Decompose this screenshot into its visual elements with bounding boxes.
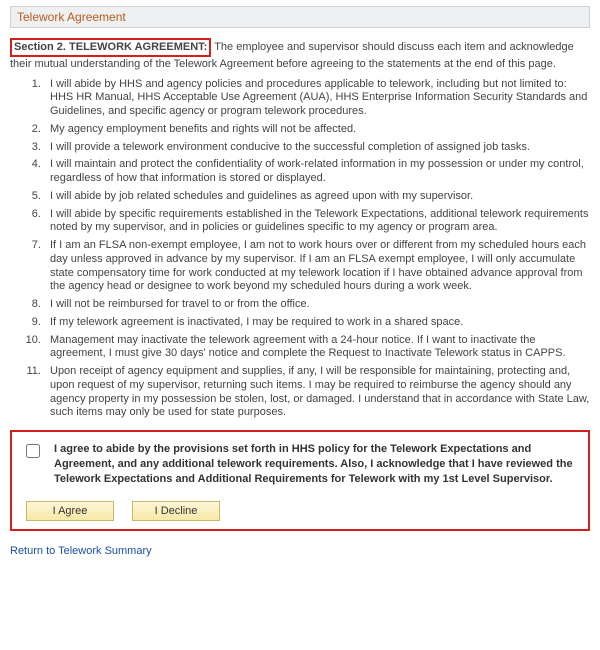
button-row: I Agree I Decline: [22, 501, 578, 521]
panel-title: Telework Agreement: [17, 10, 126, 24]
list-item: I will abide by job related schedules an…: [44, 190, 590, 204]
acknowledgement-box: I agree to abide by the provisions set f…: [10, 430, 590, 531]
acknowledgement-text: I agree to abide by the provisions set f…: [54, 442, 578, 487]
panel-header: Telework Agreement: [10, 6, 590, 28]
section-body: Section 2. TELEWORK AGREEMENT: The emplo…: [10, 38, 590, 557]
list-item: I will maintain and protect the confiden…: [44, 158, 590, 186]
list-item: Upon receipt of agency equipment and sup…: [44, 365, 590, 420]
list-item: If I am an FLSA non-exempt employee, I a…: [44, 239, 590, 294]
page: Telework Agreement Section 2. TELEWORK A…: [0, 0, 600, 567]
list-item: I will not be reimbursed for travel to o…: [44, 298, 590, 312]
list-item: I will abide by specific requirements es…: [44, 208, 590, 236]
list-item: I will abide by HHS and agency policies …: [44, 78, 590, 119]
acknowledgement-row: I agree to abide by the provisions set f…: [22, 442, 578, 487]
section-title: Section 2. TELEWORK AGREEMENT:: [10, 38, 211, 57]
acknowledgement-checkbox[interactable]: [26, 444, 40, 458]
return-link[interactable]: Return to Telework Summary: [10, 545, 152, 557]
list-item: If my telework agreement is inactivated,…: [44, 316, 590, 330]
list-item: My agency employment benefits and rights…: [44, 123, 590, 137]
agreement-list: I will abide by HHS and agency policies …: [10, 78, 590, 421]
list-item: Management may inactivate the telework a…: [44, 334, 590, 362]
list-item: I will provide a telework environment co…: [44, 141, 590, 155]
decline-button[interactable]: I Decline: [132, 501, 220, 521]
section-intro: Section 2. TELEWORK AGREEMENT: The emplo…: [10, 38, 590, 72]
agree-button[interactable]: I Agree: [26, 501, 114, 521]
